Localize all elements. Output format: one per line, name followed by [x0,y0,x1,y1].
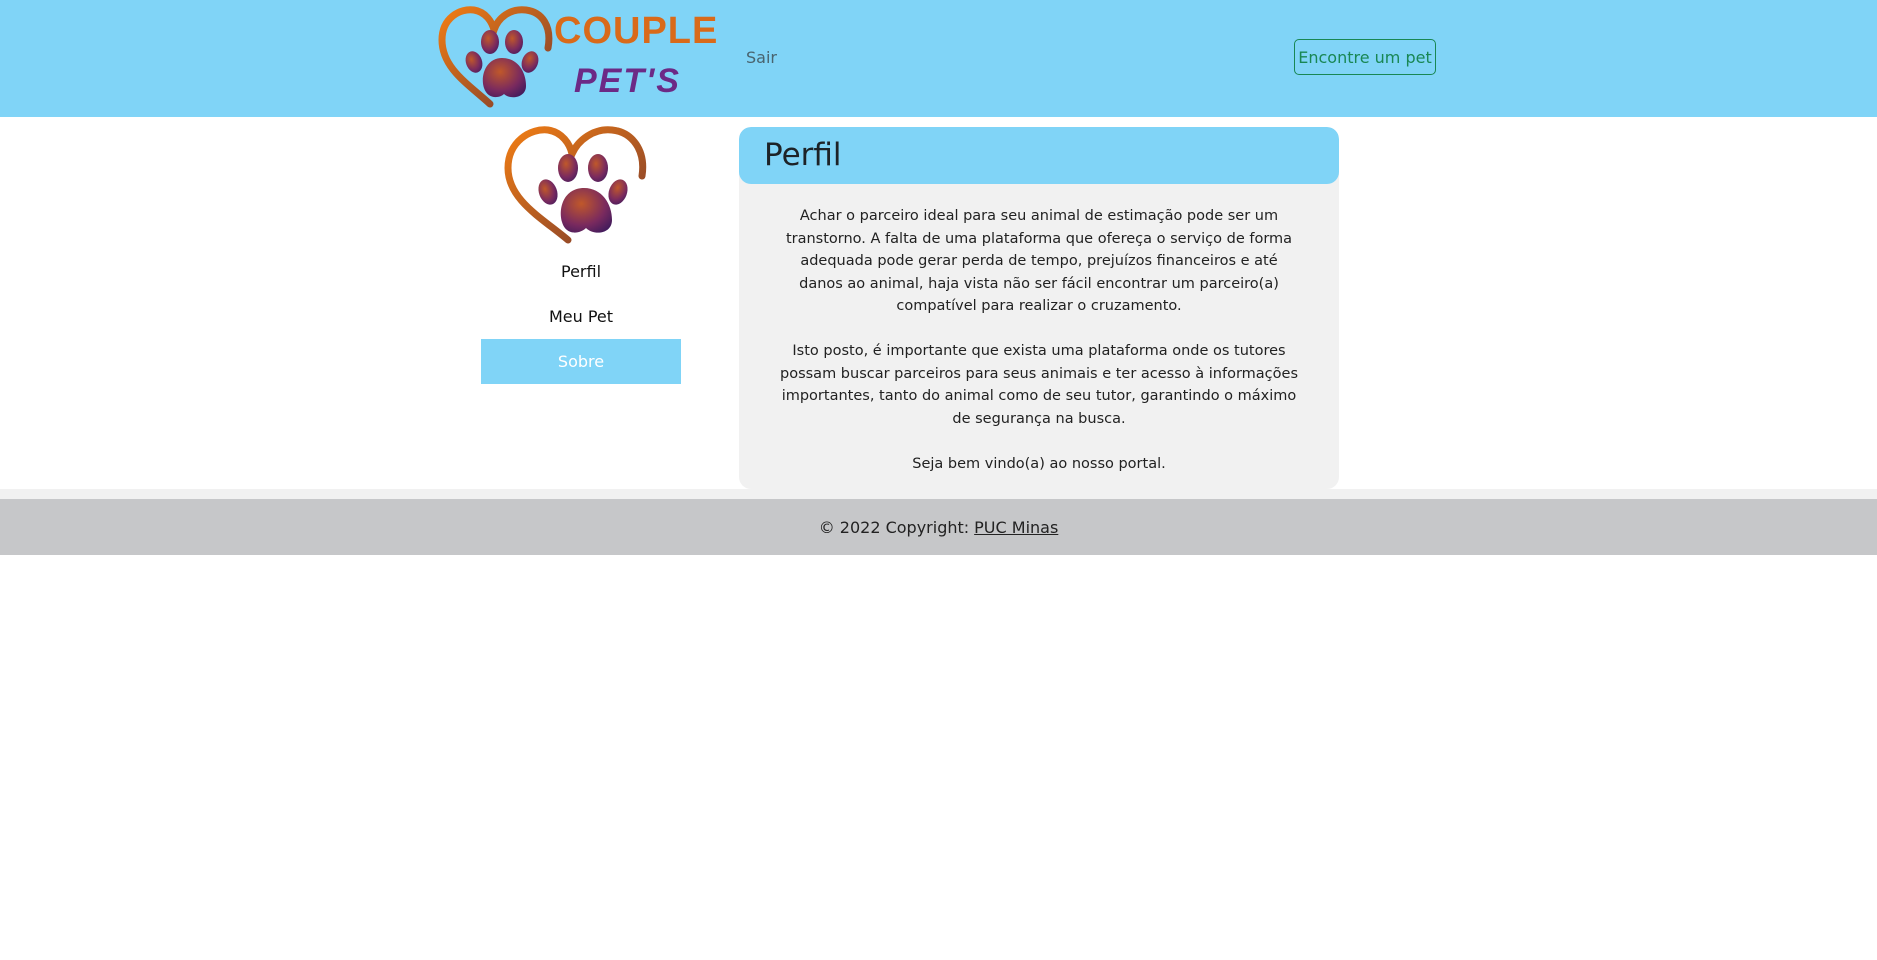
profile-card: Perfil Achar o parceiro ideal para seu a… [739,127,1339,489]
footer: © 2022 Copyright: PUC Minas [0,499,1877,555]
heart-paw-icon [438,6,553,108]
intro-paragraph: Achar o parceiro ideal para seu animal d… [785,208,1293,314]
top-navbar: COUPLE PET'S Sair Encontre um pet [0,0,1877,117]
page-title: Perfil [764,137,842,173]
card-body: Achar o parceiro ideal para seu animal d… [779,205,1299,489]
puc-minas-link[interactable]: PUC Minas [974,518,1058,537]
welcome-paragraph: Seja bem vindo(a) ao nosso portal. [912,455,1166,472]
logout-link[interactable]: Sair [746,48,777,67]
logo-text-couple: COUPLE [554,10,719,52]
sidebar-item-perfil[interactable]: Perfil [481,249,681,294]
sidebar-item-sobre[interactable]: Sobre [481,339,681,384]
couple-pets-logo[interactable]: COUPLE PET'S [438,4,717,110]
logo-text-pets: PET'S [574,62,681,100]
find-pet-button[interactable]: Encontre um pet [1294,39,1436,75]
copyright-text: © 2022 Copyright: [818,517,970,537]
heart-paw-icon [504,126,647,244]
sidebar-item-meu-pet[interactable]: Meu Pet [481,294,681,339]
purpose-paragraph: Isto posto, é importante que exista uma … [780,343,1298,427]
footer-separator [0,489,1877,499]
card-header: Perfil [739,127,1339,184]
